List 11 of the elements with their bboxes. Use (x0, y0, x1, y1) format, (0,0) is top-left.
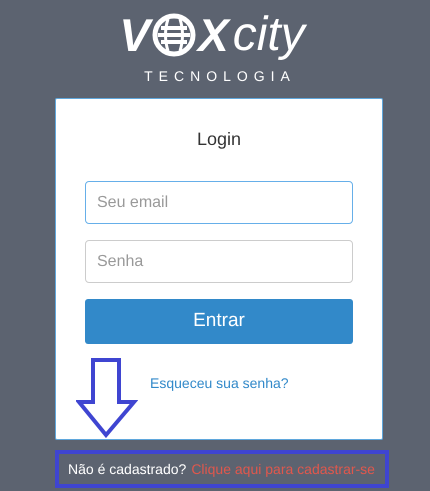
input-field[interactable]: Seu email (85, 181, 353, 224)
login-button[interactable]: Entrar (85, 299, 353, 344)
signup-question: Não é cadastrado? (68, 460, 186, 478)
logo-tagline: TECNOLOGIA (143, 67, 296, 86)
globe-icon (152, 13, 196, 57)
input-field[interactable]: Senha (85, 240, 353, 283)
logo-text: X (196, 12, 232, 58)
forgot-password-link[interactable]: Esqueceu sua senha? (150, 373, 353, 394)
logo-text: V (117, 12, 156, 58)
login-title: Login (196, 128, 242, 151)
logo-text: city (232, 11, 308, 59)
